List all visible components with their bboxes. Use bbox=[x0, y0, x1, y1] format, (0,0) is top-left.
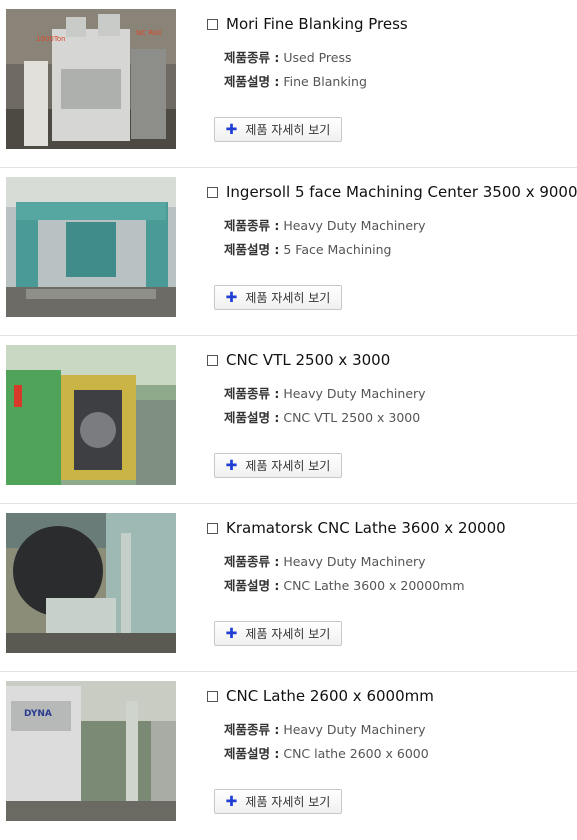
lathe-machine-photo bbox=[6, 513, 176, 653]
product-thumbnail[interactable] bbox=[6, 177, 176, 317]
desc-label: 제품설명 : bbox=[224, 242, 280, 257]
list-item: Ingersoll 5 face Machining Center 3500 x… bbox=[0, 168, 577, 336]
view-detail-label: 제품 자세히 보기 bbox=[245, 459, 331, 473]
vtl-machine-photo bbox=[6, 345, 176, 485]
thumb-label-right: NC Roll bbox=[136, 29, 161, 37]
type-value: Heavy Duty Machinery bbox=[283, 218, 426, 233]
plus-icon: ✚ bbox=[225, 625, 238, 642]
type-label: 제품종류 : bbox=[224, 554, 280, 569]
desc-label: 제품설명 : bbox=[224, 746, 280, 761]
product-title[interactable]: CNC VTL 2500 x 3000 bbox=[226, 351, 390, 369]
view-detail-button[interactable]: ✚ 제품 자세히 보기 bbox=[214, 117, 342, 142]
type-value: Used Press bbox=[283, 50, 352, 65]
type-value: Heavy Duty Machinery bbox=[283, 722, 426, 737]
product-meta: 제품종류 : Heavy Duty Machinery 제품설명 : CNC V… bbox=[224, 382, 426, 430]
product-thumbnail[interactable] bbox=[6, 345, 176, 485]
product-title[interactable]: Ingersoll 5 face Machining Center 3500 x… bbox=[226, 183, 577, 201]
product-thumbnail[interactable]: 1000Ton NC Roll bbox=[6, 9, 176, 149]
desc-label: 제품설명 : bbox=[224, 410, 280, 425]
plus-icon: ✚ bbox=[225, 457, 238, 474]
product-meta: 제품종류 : Heavy Duty Machinery 제품설명 : CNC l… bbox=[224, 718, 429, 766]
press-machine-photo: 1000Ton NC Roll bbox=[6, 9, 176, 149]
thumb-label-left: 1000Ton bbox=[36, 35, 66, 43]
type-label: 제품종류 : bbox=[224, 722, 280, 737]
desc-label: 제품설명 : bbox=[224, 74, 280, 89]
plus-icon: ✚ bbox=[225, 121, 238, 138]
list-item: CNC VTL 2500 x 3000 제품종류 : Heavy Duty Ma… bbox=[0, 336, 577, 504]
type-label: 제품종류 : bbox=[224, 50, 280, 65]
product-thumbnail[interactable]: DYNA bbox=[6, 681, 176, 821]
view-detail-label: 제품 자세히 보기 bbox=[245, 291, 331, 305]
product-title[interactable]: Mori Fine Blanking Press bbox=[226, 15, 408, 33]
plus-icon: ✚ bbox=[225, 793, 238, 810]
view-detail-button[interactable]: ✚ 제품 자세히 보기 bbox=[214, 789, 342, 814]
desc-value: 5 Face Machining bbox=[283, 242, 392, 257]
product-meta: 제품종류 : Used Press 제품설명 : Fine Blanking bbox=[224, 46, 367, 94]
select-checkbox[interactable] bbox=[207, 354, 218, 366]
product-title[interactable]: CNC Lathe 2600 x 6000mm bbox=[226, 687, 434, 705]
desc-value: CNC lathe 2600 x 6000 bbox=[283, 746, 429, 761]
cnc-lathe-photo: DYNA bbox=[6, 681, 176, 821]
product-meta: 제품종류 : Heavy Duty Machinery 제품설명 : 5 Fac… bbox=[224, 214, 426, 262]
list-item: 1000Ton NC Roll Mori Fine Blanking Press… bbox=[0, 0, 577, 168]
machining-center-photo bbox=[6, 177, 176, 317]
desc-value: Fine Blanking bbox=[283, 74, 367, 89]
desc-value: CNC VTL 2500 x 3000 bbox=[283, 410, 421, 425]
product-meta: 제품종류 : Heavy Duty Machinery 제품설명 : CNC L… bbox=[224, 550, 465, 598]
view-detail-label: 제품 자세히 보기 bbox=[245, 795, 331, 809]
view-detail-button[interactable]: ✚ 제품 자세히 보기 bbox=[214, 285, 342, 310]
type-label: 제품종류 : bbox=[224, 386, 280, 401]
select-checkbox[interactable] bbox=[207, 690, 218, 702]
type-value: Heavy Duty Machinery bbox=[283, 386, 426, 401]
type-label: 제품종류 : bbox=[224, 218, 280, 233]
thumb-brand-label: DYNA bbox=[24, 709, 52, 719]
product-list: 1000Ton NC Roll Mori Fine Blanking Press… bbox=[0, 0, 577, 840]
product-thumbnail[interactable] bbox=[6, 513, 176, 653]
view-detail-button[interactable]: ✚ 제품 자세히 보기 bbox=[214, 453, 342, 478]
view-detail-label: 제품 자세히 보기 bbox=[245, 627, 331, 641]
select-checkbox[interactable] bbox=[207, 186, 218, 198]
list-item: Kramatorsk CNC Lathe 3600 x 20000 제품종류 :… bbox=[0, 504, 577, 672]
view-detail-button[interactable]: ✚ 제품 자세히 보기 bbox=[214, 621, 342, 646]
select-checkbox[interactable] bbox=[207, 522, 218, 534]
view-detail-label: 제품 자세히 보기 bbox=[245, 123, 331, 137]
plus-icon: ✚ bbox=[225, 289, 238, 306]
list-item: DYNA CNC Lathe 2600 x 6000mm 제품종류 : Heav… bbox=[0, 672, 577, 840]
desc-label: 제품설명 : bbox=[224, 578, 280, 593]
product-title[interactable]: Kramatorsk CNC Lathe 3600 x 20000 bbox=[226, 519, 506, 537]
type-value: Heavy Duty Machinery bbox=[283, 554, 426, 569]
desc-value: CNC Lathe 3600 x 20000mm bbox=[283, 578, 465, 593]
select-checkbox[interactable] bbox=[207, 18, 218, 30]
